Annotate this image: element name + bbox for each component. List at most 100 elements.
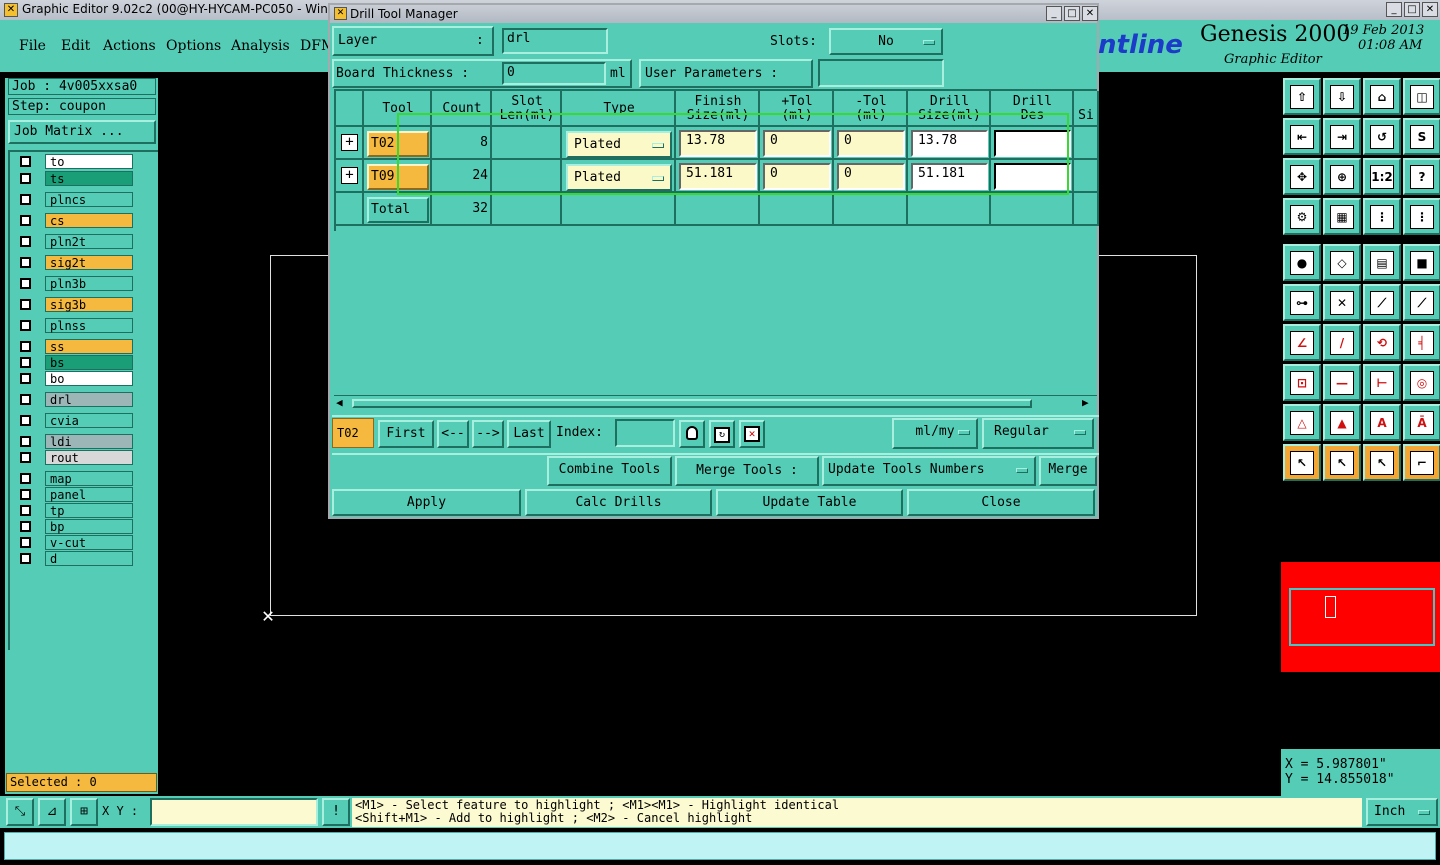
highlight-icon[interactable]	[679, 420, 705, 448]
menu-options[interactable]: Options	[166, 38, 221, 54]
dialog-minimize-icon[interactable]: _	[1046, 6, 1062, 21]
layer-checkbox[interactable]	[13, 234, 39, 249]
ruler-icon-button[interactable]: ▤	[1363, 244, 1401, 281]
layer-name[interactable]: bs	[45, 355, 133, 370]
tri2-icon-button[interactable]: ▲	[1323, 404, 1361, 441]
circles-icon-button[interactable]: ◎	[1403, 364, 1440, 401]
layer-row-sig2t[interactable]: sig2t	[13, 255, 133, 270]
expand-icon[interactable]: +	[341, 167, 358, 184]
combine-tools-button[interactable]: Combine Tools	[547, 456, 672, 486]
zoom-fit-icon[interactable]: ⤡	[6, 798, 34, 826]
layer-row-plncs[interactable]: plncs	[13, 192, 133, 207]
layer-name[interactable]: v-cut	[45, 535, 133, 550]
angle-icon-button[interactable]: ∠	[1283, 324, 1321, 361]
home-icon-button[interactable]: ⌂	[1363, 78, 1401, 115]
layer-row-cs[interactable]: cs	[13, 213, 133, 228]
layer-row-plnss[interactable]: plnss	[13, 318, 133, 333]
layer-name[interactable]: ldi	[45, 434, 133, 449]
layer-checkbox[interactable]	[13, 276, 39, 291]
layer-name[interactable]: d	[45, 551, 133, 566]
layer-checkbox[interactable]	[13, 503, 39, 518]
units-select[interactable]: Inch	[1366, 798, 1438, 826]
layer-name[interactable]: bp	[45, 519, 133, 534]
job-matrix-button[interactable]: Job Matrix ...	[8, 120, 156, 144]
delete-icon[interactable]: ✕	[739, 420, 765, 448]
export-icon-button[interactable]: ⇩	[1323, 78, 1361, 115]
horizontal-scrollbar[interactable]: ◀ ▶	[334, 395, 1097, 410]
tri4-icon-button[interactable]: Ā	[1403, 404, 1440, 441]
layer-name[interactable]: drl	[45, 392, 133, 407]
layer-checkbox[interactable]	[13, 371, 39, 386]
layer-row-to[interactable]: to	[13, 154, 133, 169]
layer-name[interactable]: cvia	[45, 413, 133, 428]
apply-button[interactable]: Apply	[332, 489, 521, 516]
layer-name[interactable]: plnss	[45, 318, 133, 333]
fit-icon-button[interactable]: ✥	[1283, 158, 1321, 195]
info-icon[interactable]: !	[322, 798, 350, 826]
tri3-icon-button[interactable]: A	[1363, 404, 1401, 441]
next-button[interactable]: -->	[472, 420, 504, 448]
snap-icon-button[interactable]: ⋮	[1363, 198, 1401, 235]
layer-row-bs[interactable]: bs	[13, 355, 133, 370]
layer-name[interactable]: pln2t	[45, 234, 133, 249]
layer-row-tp[interactable]: tp	[13, 503, 133, 518]
surface-icon-button[interactable]: ■	[1403, 244, 1440, 281]
layer-checkbox[interactable]	[13, 551, 39, 566]
rotate-icon-button[interactable]: ↺	[1363, 118, 1401, 155]
user-parameters-input[interactable]	[818, 59, 944, 87]
split-icon-button[interactable]: ╡	[1403, 324, 1440, 361]
dialog-close-icon[interactable]: ✕	[1082, 6, 1098, 21]
merge-button[interactable]: Merge	[1039, 456, 1097, 486]
pointer3-icon-button[interactable]: ↖	[1363, 444, 1401, 481]
connect-icon-button[interactable]: ⊶	[1283, 284, 1321, 321]
menu-edit[interactable]: Edit	[61, 38, 90, 54]
layer-name[interactable]: ss	[45, 339, 133, 354]
layer-name[interactable]: map	[45, 471, 133, 486]
layer-row-pln2t[interactable]: pln2t	[13, 234, 133, 249]
minimize-icon[interactable]: _	[1386, 2, 1402, 17]
dim-icon-button[interactable]: ⊢	[1363, 364, 1401, 401]
layer-checkbox[interactable]	[13, 318, 39, 333]
layer-name[interactable]: sig3b	[45, 297, 133, 312]
layer-row-rout[interactable]: rout	[13, 450, 133, 465]
scale-icon-button[interactable]: 1:2	[1363, 158, 1401, 195]
layer-checkbox[interactable]	[13, 392, 39, 407]
layer-name[interactable]: cs	[45, 213, 133, 228]
index-input[interactable]	[615, 419, 675, 447]
overview-viewport[interactable]	[1289, 588, 1435, 646]
cross-icon-button[interactable]: ✕	[1323, 284, 1361, 321]
prev-button[interactable]: <--	[437, 420, 469, 448]
layer-checkbox[interactable]	[13, 413, 39, 428]
layer-name[interactable]: rout	[45, 450, 133, 465]
layer-row-bp[interactable]: bp	[13, 519, 133, 534]
layer-name[interactable]: to	[45, 154, 133, 169]
layer-checkbox[interactable]	[13, 450, 39, 465]
arc-icon-button[interactable]: ⟲	[1363, 324, 1401, 361]
layer-name[interactable]: plncs	[45, 192, 133, 207]
pads-icon-button[interactable]: ⊡	[1283, 364, 1321, 401]
tri1-icon-button[interactable]: △	[1283, 404, 1321, 441]
measure-icon[interactable]: ⊿	[38, 798, 66, 826]
layer-row-ldi[interactable]: ldi	[13, 434, 133, 449]
expand-icon[interactable]: +	[341, 134, 358, 151]
layer-row-drl[interactable]: drl	[13, 392, 133, 407]
layer-checkbox[interactable]	[13, 471, 39, 486]
mode-dropdown[interactable]: Regular	[982, 418, 1094, 449]
layer-row-sig3b[interactable]: sig3b	[13, 297, 133, 312]
layer-checkbox[interactable]	[13, 339, 39, 354]
first-button[interactable]: First	[378, 420, 434, 448]
polygon-icon-button[interactable]: ◇	[1323, 244, 1361, 281]
layer-row-ts[interactable]: ts	[13, 171, 133, 186]
menu-analysis[interactable]: Analysis	[231, 38, 290, 54]
update-tools-numbers-dropdown[interactable]: Update Tools Numbers	[822, 456, 1036, 486]
layer-name[interactable]: pln3b	[45, 276, 133, 291]
tools-icon-button[interactable]: ⚙	[1283, 198, 1321, 235]
layer-name[interactable]: bo	[45, 371, 133, 386]
layer-checkbox[interactable]	[13, 487, 39, 502]
route-icon-button[interactable]: ⌐	[1403, 444, 1440, 481]
move-left-icon-button[interactable]: ⇤	[1283, 118, 1321, 155]
import-icon-button[interactable]: ⇧	[1283, 78, 1321, 115]
layer-row-bo[interactable]: bo	[13, 371, 133, 386]
snap2-icon-button[interactable]: ⋮	[1403, 198, 1440, 235]
layer-row-cvia[interactable]: cvia	[13, 413, 133, 428]
